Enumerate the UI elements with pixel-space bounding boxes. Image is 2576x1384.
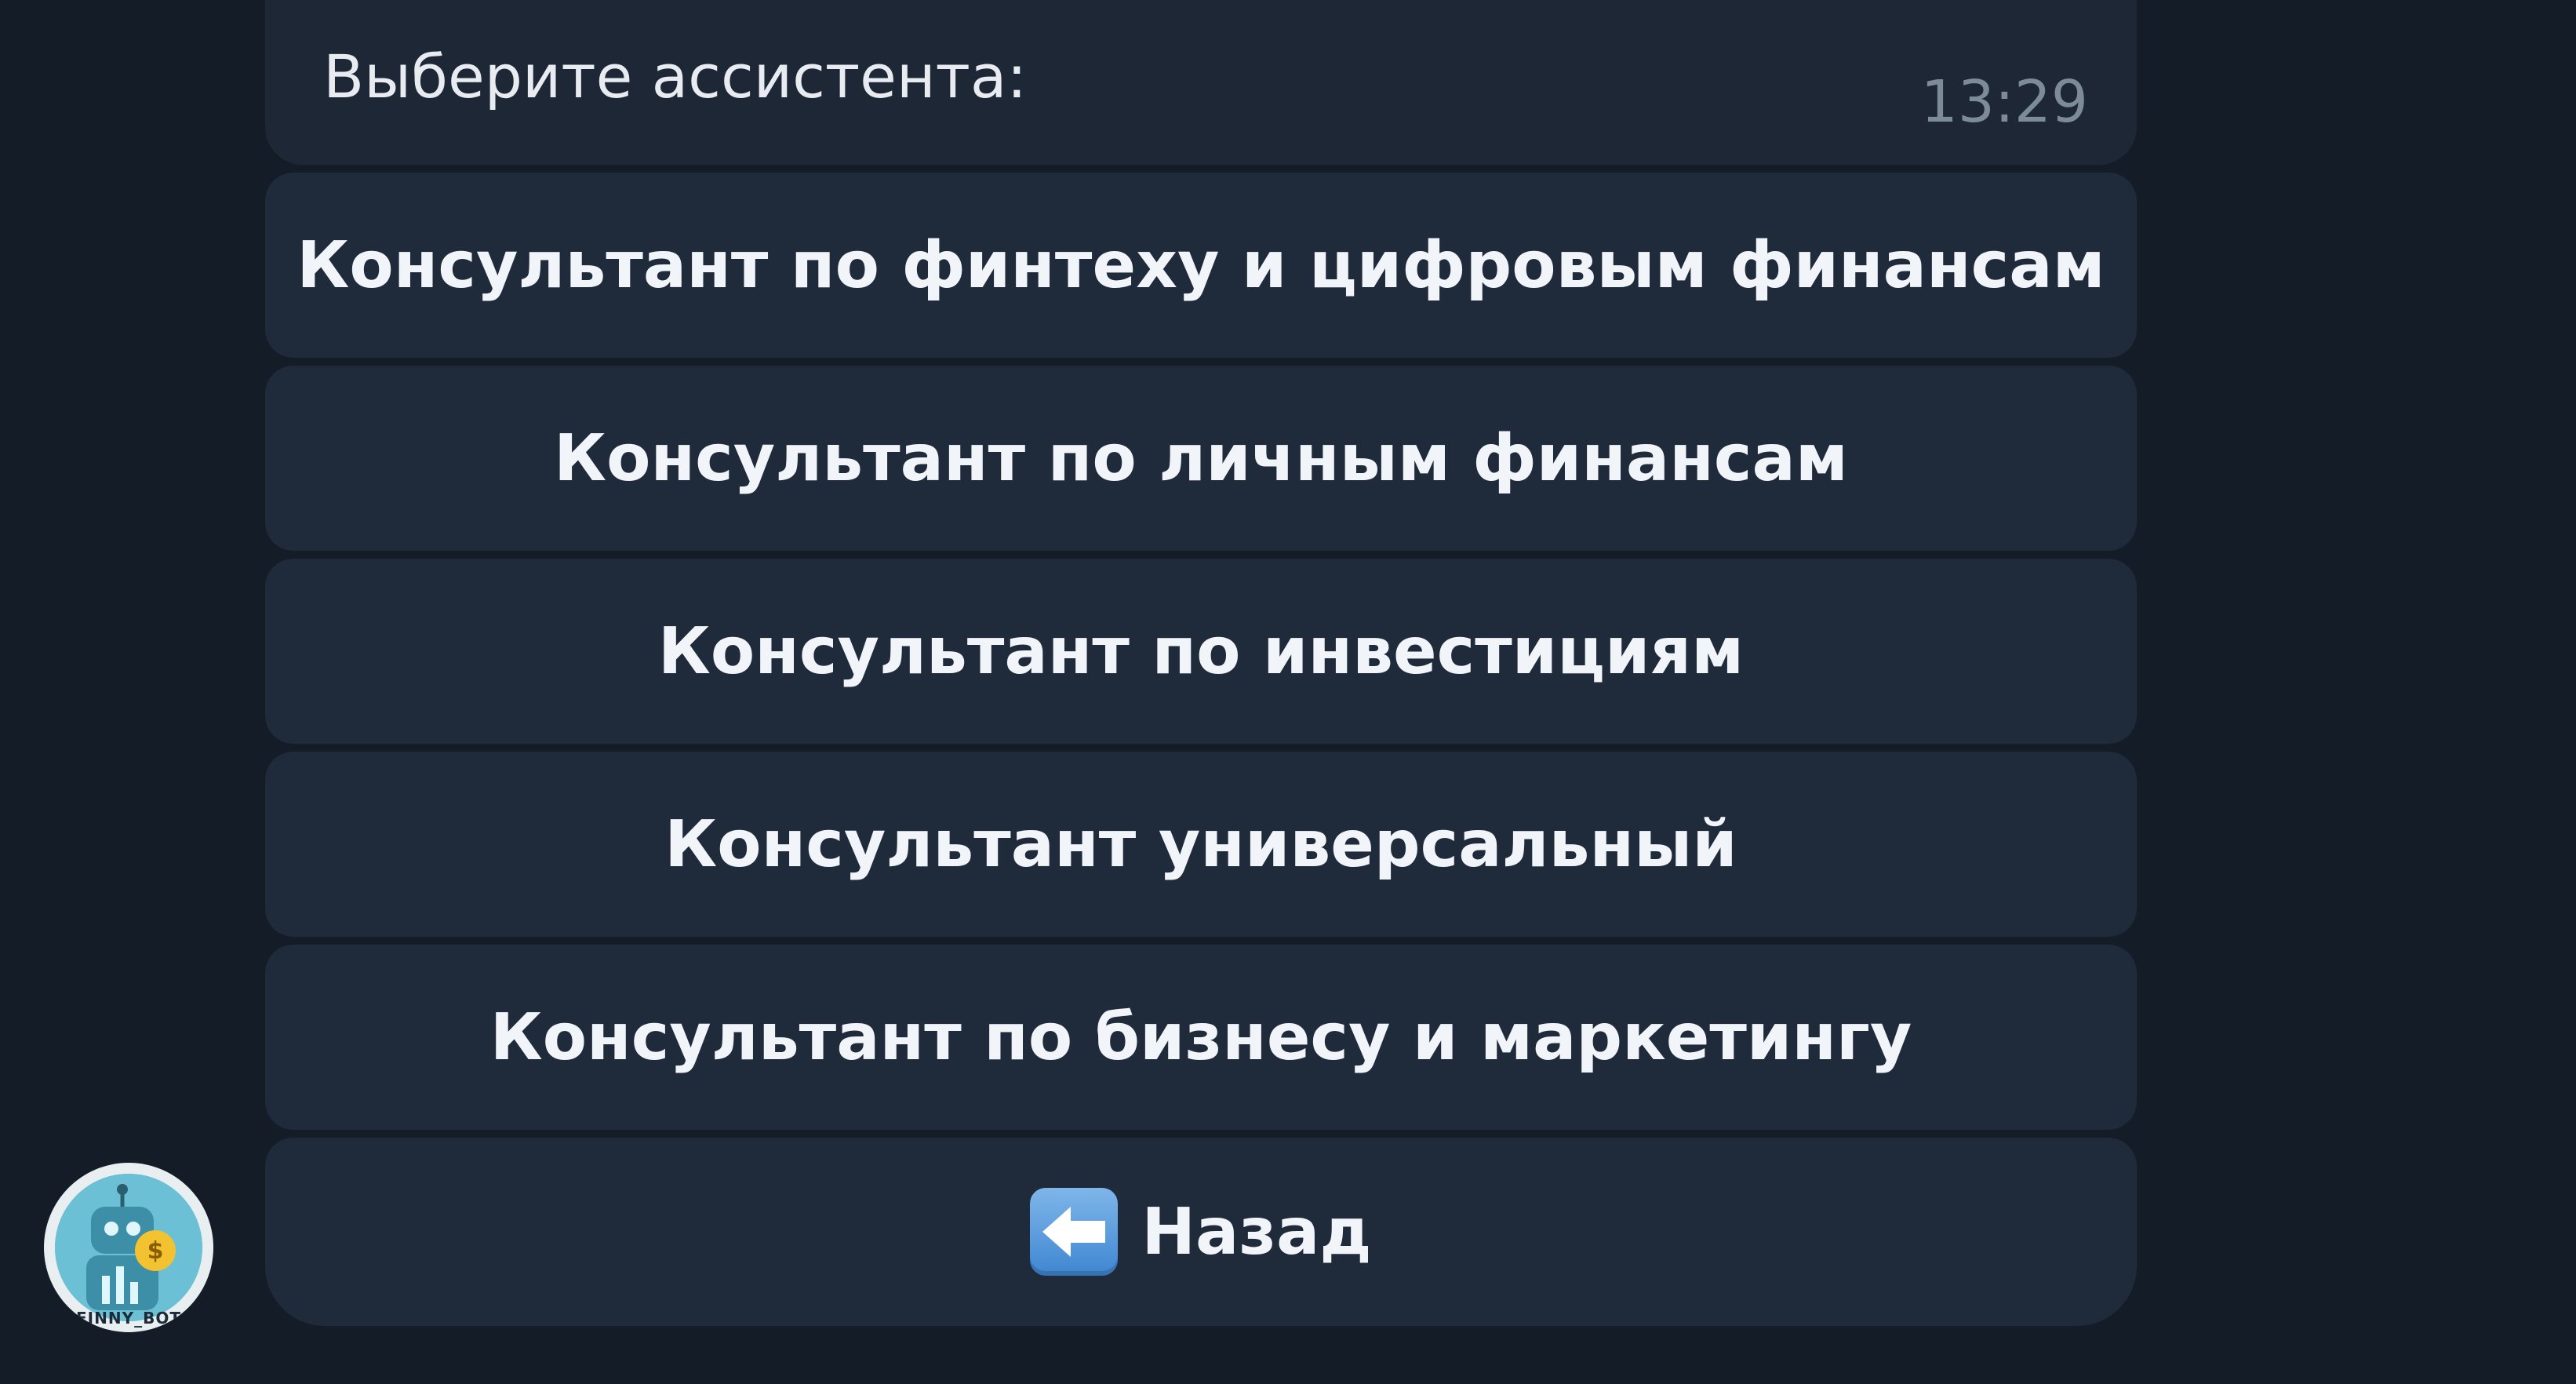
message-time: 13:29: [1920, 68, 2088, 136]
avatar-label: FINNY_BOT: [76, 1309, 181, 1328]
robot-icon: $: [55, 1174, 202, 1321]
personal-finance-consultant-button[interactable]: Консультант по личным финансам: [265, 366, 2137, 551]
button-label: Консультант универсальный: [664, 807, 1737, 882]
button-label: Консультант по инвестициям: [657, 614, 1745, 689]
chat-area: Выберите ассистента: 13:29 Консультант п…: [0, 0, 2576, 1384]
universal-consultant-button[interactable]: Консультант универсальный: [265, 752, 2137, 937]
button-label: Консультант по личным финансам: [554, 421, 1848, 496]
message-text: Выберите ассистента:: [323, 42, 1028, 111]
fintech-consultant-button[interactable]: Консультант по финтеху и цифровым финанс…: [265, 173, 2137, 358]
button-label: Назад: [1141, 1194, 1372, 1269]
investment-consultant-button[interactable]: Консультант по инвестициям: [265, 559, 2137, 744]
bot-message-bubble: Выберите ассистента: 13:29: [265, 0, 2137, 165]
button-label: Консультант по бизнесу и маркетингу: [489, 1000, 1912, 1075]
button-label: Консультант по финтеху и цифровым финанс…: [297, 228, 2105, 303]
bot-avatar[interactable]: $ FINNY_BOT: [44, 1163, 213, 1332]
back-arrow-icon: [1030, 1188, 1119, 1276]
svg-text:$: $: [147, 1237, 164, 1265]
back-button[interactable]: Назад: [265, 1138, 2137, 1326]
business-marketing-consultant-button[interactable]: Консультант по бизнесу и маркетингу: [265, 945, 2137, 1130]
